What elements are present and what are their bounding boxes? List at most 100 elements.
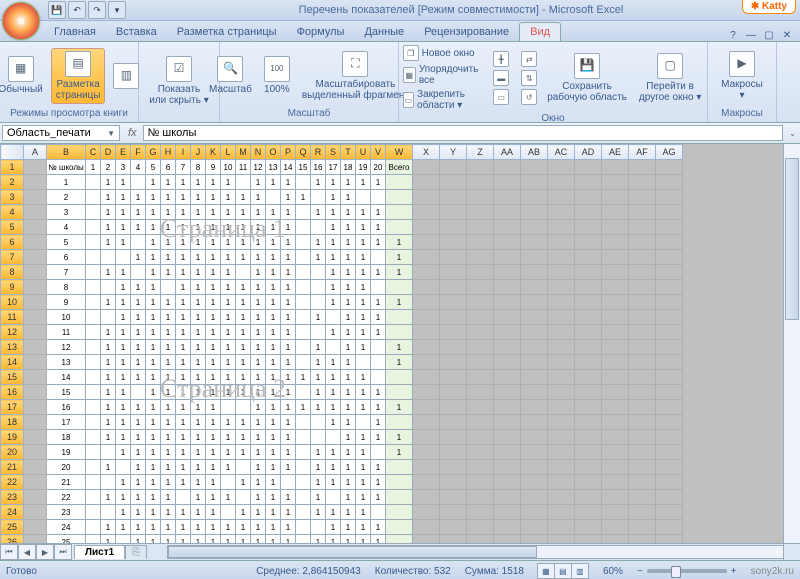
row-header[interactable]: 24	[1, 505, 24, 520]
cell[interactable]: 1	[131, 505, 146, 520]
cell[interactable]: 1	[146, 490, 161, 505]
cell[interactable]	[356, 355, 371, 370]
cell[interactable]: 1	[356, 370, 371, 385]
row-header[interactable]: 1	[1, 160, 24, 175]
cell[interactable]: 1	[161, 445, 176, 460]
cell[interactable]: 1	[176, 415, 191, 430]
show-hide-button[interactable]: ☑Показать или скрыть ▾	[145, 54, 213, 108]
col-header[interactable]: A	[24, 145, 47, 160]
cell[interactable]	[371, 280, 386, 295]
tab-prev-icon[interactable]: ◀	[18, 544, 36, 560]
cell[interactable]: 1	[176, 220, 191, 235]
cell[interactable]	[311, 190, 326, 205]
cell[interactable]	[386, 505, 413, 520]
cell[interactable]: 1	[326, 445, 341, 460]
cell[interactable]: 1	[146, 250, 161, 265]
cell[interactable]: 1	[101, 400, 116, 415]
cell[interactable]: 1	[386, 250, 413, 265]
cell[interactable]: 1	[116, 235, 131, 250]
cell[interactable]: 1	[161, 520, 176, 535]
cell[interactable]: 1	[206, 310, 221, 325]
tab-last-icon[interactable]: ⏭	[54, 544, 72, 560]
cell[interactable]: 1	[341, 265, 356, 280]
col-header[interactable]: Q	[296, 145, 311, 160]
cell[interactable]: 1	[266, 460, 281, 475]
cell[interactable]: 1	[266, 265, 281, 280]
cell[interactable]: 1	[281, 325, 296, 340]
col-header[interactable]: R	[311, 145, 326, 160]
cell[interactable]: 1	[47, 175, 86, 190]
cell[interactable]: 1	[386, 445, 413, 460]
cell[interactable]: 5	[146, 160, 161, 175]
cell[interactable]: 1	[146, 475, 161, 490]
cell[interactable]: 1	[116, 445, 131, 460]
cell[interactable]: 17	[326, 160, 341, 175]
cell[interactable]	[386, 220, 413, 235]
cell[interactable]: 1	[191, 175, 206, 190]
cell[interactable]: 1	[221, 430, 236, 445]
cell[interactable]	[296, 355, 311, 370]
cell[interactable]: 1	[266, 340, 281, 355]
cell[interactable]: 1	[146, 400, 161, 415]
cell[interactable]	[221, 505, 236, 520]
ribbon-tab[interactable]: Формулы	[287, 23, 355, 41]
col-header[interactable]: V	[371, 145, 386, 160]
cell[interactable]: 1	[206, 445, 221, 460]
cell[interactable]: 1	[251, 175, 266, 190]
name-box[interactable]: Область_печати▼	[2, 125, 120, 141]
cell[interactable]: 1	[266, 325, 281, 340]
cell[interactable]: 1	[116, 415, 131, 430]
cell[interactable]	[386, 205, 413, 220]
cell[interactable]: 1	[206, 220, 221, 235]
cell[interactable]: 1	[206, 400, 221, 415]
cell[interactable]: 4	[47, 220, 86, 235]
cell[interactable]: 1	[371, 460, 386, 475]
cell[interactable]: 1	[371, 385, 386, 400]
cell[interactable]: 1	[161, 400, 176, 415]
cell[interactable]: 1	[356, 265, 371, 280]
cell[interactable]: 1	[281, 235, 296, 250]
cell[interactable]: 1	[281, 310, 296, 325]
cell[interactable]: 1	[311, 490, 326, 505]
cell[interactable]	[386, 475, 413, 490]
row-header[interactable]: 3	[1, 190, 24, 205]
cell[interactable]: 1	[236, 520, 251, 535]
cell[interactable]	[296, 175, 311, 190]
cell[interactable]: 1	[176, 385, 191, 400]
cell[interactable]: 1	[266, 295, 281, 310]
cell[interactable]: 1	[251, 295, 266, 310]
row-header[interactable]: 17	[1, 400, 24, 415]
cell[interactable]	[86, 205, 101, 220]
cell[interactable]: Всего	[386, 160, 413, 175]
cell[interactable]: 1	[191, 505, 206, 520]
cell[interactable]: 1	[236, 295, 251, 310]
cell[interactable]: 1	[251, 505, 266, 520]
cell[interactable]: 1	[161, 430, 176, 445]
cell[interactable]: 1	[341, 220, 356, 235]
cell[interactable]: 1	[356, 490, 371, 505]
cell[interactable]: 1	[281, 385, 296, 400]
col-header[interactable]: N	[251, 145, 266, 160]
cell[interactable]	[131, 175, 146, 190]
cell[interactable]: 1	[341, 175, 356, 190]
cell[interactable]: 1	[356, 385, 371, 400]
cell[interactable]: 1	[101, 520, 116, 535]
cell[interactable]: 1	[251, 475, 266, 490]
cell[interactable]	[296, 385, 311, 400]
cell[interactable]: 1	[251, 325, 266, 340]
cell[interactable]: 1	[191, 355, 206, 370]
cell[interactable]: 1	[86, 160, 101, 175]
zoom-in-icon[interactable]: +	[731, 566, 737, 577]
cell[interactable]	[296, 250, 311, 265]
cell[interactable]: 1	[266, 400, 281, 415]
cell[interactable]: 1	[251, 460, 266, 475]
cell[interactable]: 1	[131, 415, 146, 430]
unhide-button[interactable]: ▭	[491, 88, 511, 106]
cell[interactable]: 23	[47, 505, 86, 520]
cell[interactable]: 1	[341, 340, 356, 355]
cell[interactable]: 1	[101, 295, 116, 310]
sheet-tab-new[interactable]: ⎘	[125, 545, 147, 559]
row-header[interactable]: 10	[1, 295, 24, 310]
cell[interactable]	[176, 490, 191, 505]
cell[interactable]: 1	[146, 505, 161, 520]
